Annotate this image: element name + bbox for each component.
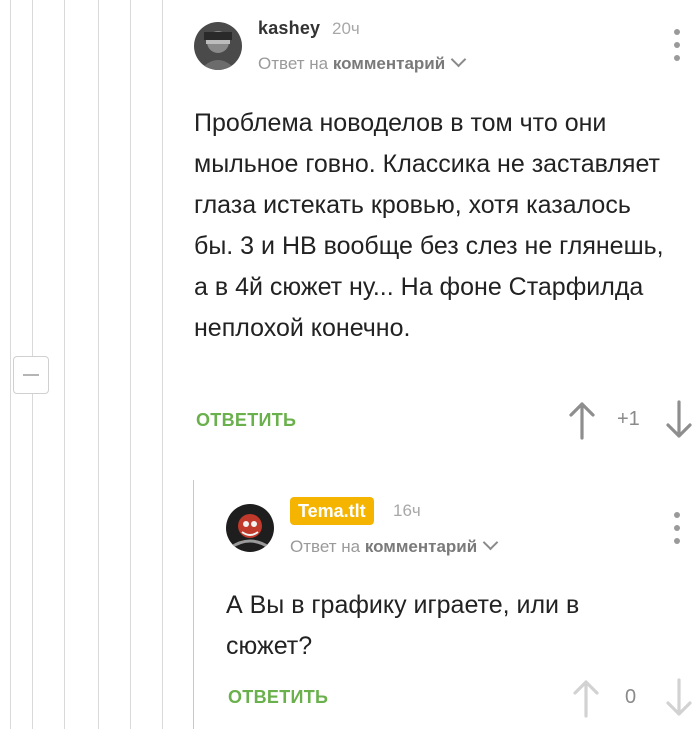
reply-to-target: комментарий bbox=[332, 54, 446, 73]
avatar[interactable] bbox=[226, 504, 274, 552]
reply-to-prefix: Ответ на bbox=[258, 54, 329, 73]
timestamp: 20ч bbox=[332, 19, 360, 38]
timestamp: 16ч bbox=[393, 501, 421, 520]
thread-line bbox=[162, 0, 163, 729]
thread-line bbox=[130, 0, 131, 729]
comment-text: Проблема новоделов в том что они мыльное… bbox=[194, 109, 664, 342]
reply-to-link[interactable]: Ответ на комментарий bbox=[290, 534, 499, 557]
arrow-up-icon[interactable] bbox=[568, 400, 596, 440]
username[interactable]: kashey bbox=[258, 18, 320, 39]
collapse-icon[interactable] bbox=[13, 356, 49, 394]
username-badge[interactable]: Tema.tlt bbox=[290, 497, 374, 525]
thread-line bbox=[10, 0, 11, 729]
more-menu-icon[interactable] bbox=[667, 510, 687, 546]
rating-value: 0 bbox=[625, 686, 637, 708]
arrow-down-icon[interactable] bbox=[665, 678, 693, 718]
reply-to-prefix: Ответ на bbox=[290, 537, 361, 556]
chevron-down-icon bbox=[450, 51, 467, 68]
chevron-down-icon bbox=[482, 534, 499, 551]
reply-button[interactable]: ОТВЕТИТЬ bbox=[228, 687, 328, 708]
thread-line bbox=[98, 0, 99, 729]
thread-line bbox=[193, 480, 194, 729]
arrow-down-icon[interactable] bbox=[665, 400, 693, 440]
arrow-up-icon[interactable] bbox=[572, 678, 600, 718]
rating-value: +1 bbox=[617, 408, 640, 430]
reply-to-target: комментарий bbox=[364, 537, 478, 556]
avatar[interactable] bbox=[194, 22, 242, 70]
reply-to-link[interactable]: Ответ на комментарий bbox=[258, 51, 467, 74]
thread-line bbox=[64, 0, 65, 729]
comment-text: А Вы в графику играете, или в сюжет? bbox=[226, 591, 580, 660]
reply-button[interactable]: ОТВЕТИТЬ bbox=[196, 410, 296, 431]
more-menu-icon[interactable] bbox=[667, 27, 687, 63]
